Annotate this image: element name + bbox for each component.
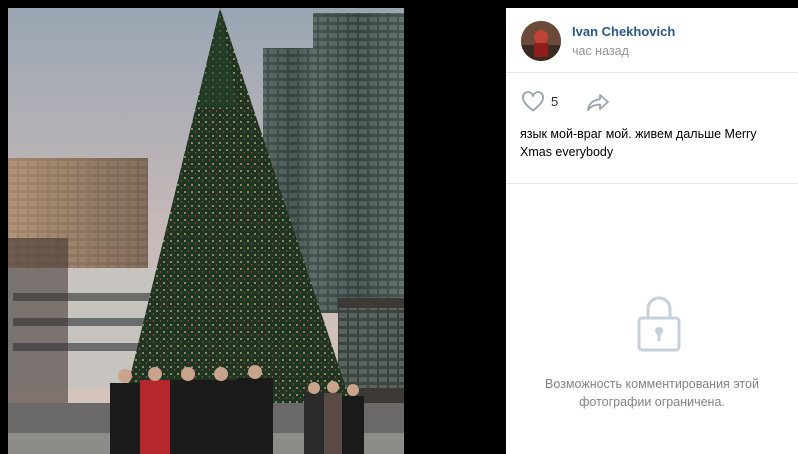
like-count: 5 [551, 94, 559, 109]
share-arrow-icon [587, 94, 609, 111]
author-row: Ivan Chekhovich час назад [506, 8, 798, 73]
comments-section: Возможность комментирования этой фотогра… [506, 184, 798, 454]
heart-outline-icon [522, 91, 544, 112]
like-button[interactable]: 5 [521, 90, 571, 114]
avatar-image [521, 21, 561, 61]
photo-viewer [0, 0, 506, 454]
christmas-tree-photo [8, 8, 404, 454]
lock-icon [637, 294, 681, 357]
post-caption: язык мой-враг мой. живем дальше Merry Xm… [520, 127, 757, 159]
author-name-link[interactable]: Ivan Chekhovich [572, 24, 675, 39]
post-side-panel: Ivan Chekhovich час назад 5 язык мой-вра… [506, 8, 798, 454]
post-timestamp[interactable]: час назад [572, 44, 629, 58]
comments-closed-message: Возможность комментирования этой фотогра… [545, 377, 759, 409]
post-actions: 5 [521, 90, 781, 114]
post-photo[interactable] [8, 8, 404, 454]
share-button[interactable] [585, 90, 613, 114]
avatar[interactable] [521, 21, 561, 61]
